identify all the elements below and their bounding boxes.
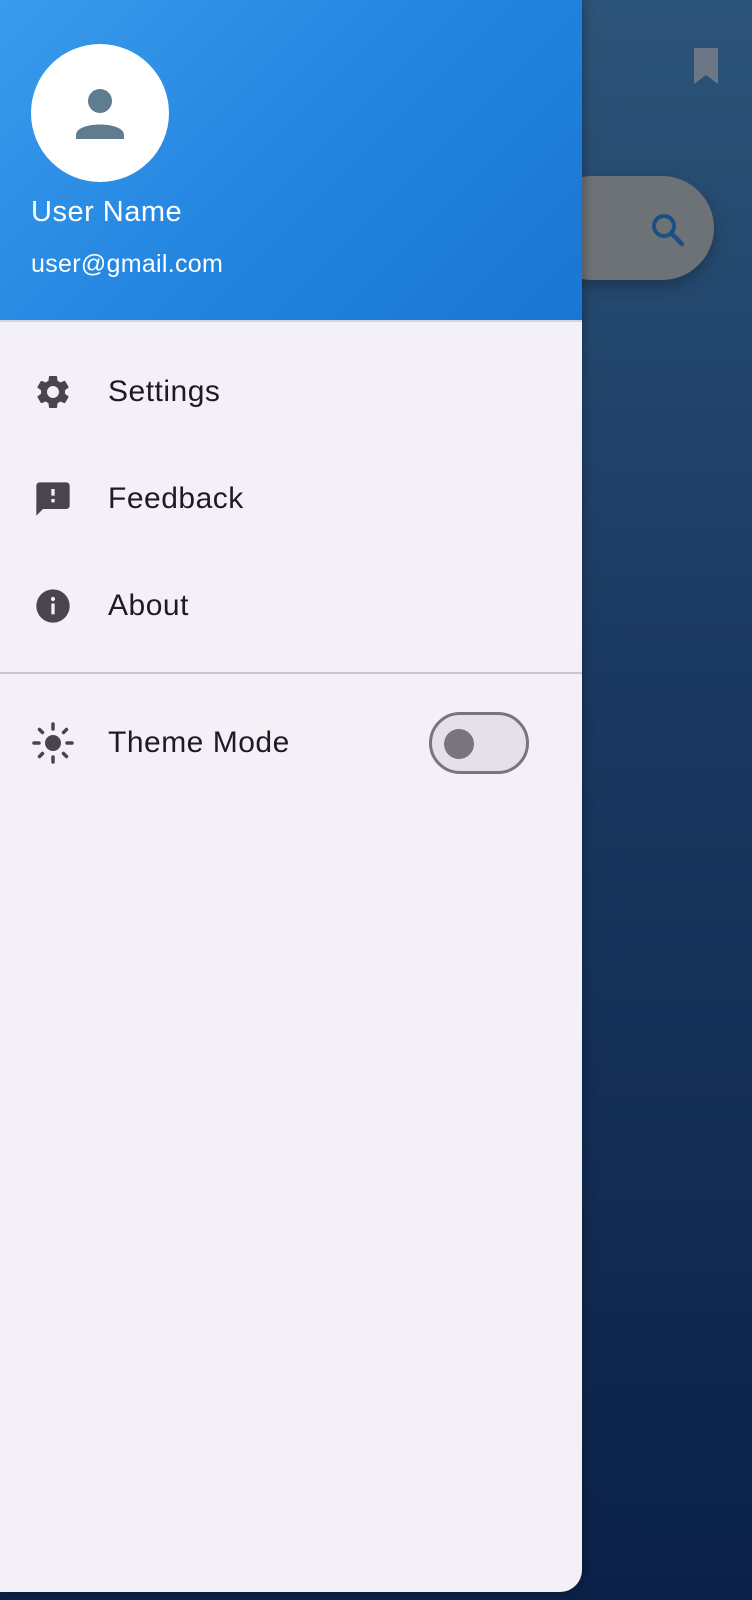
navigation-drawer: User Name user@gmail.com Settings Feedba… [0,0,582,1592]
toggle-knob [444,729,474,759]
header-divider [0,320,582,322]
person-icon [76,89,124,139]
section-divider [0,672,582,674]
feedback-icon [31,477,75,521]
menu-label-about: About [108,589,189,622]
sun-icon [31,721,75,765]
theme-mode-toggle[interactable] [429,712,529,774]
search-icon[interactable] [648,210,688,250]
bookmark-icon[interactable] [692,48,720,84]
avatar[interactable] [31,44,169,182]
user-name: User Name [31,196,183,228]
theme-mode-label: Theme Mode [108,726,290,759]
info-icon [31,584,75,628]
user-email: user@gmail.com [31,250,224,278]
menu-label-settings: Settings [108,375,221,408]
menu-item-feedback[interactable]: Feedback [0,449,582,549]
gear-icon [31,370,75,414]
menu-item-about[interactable]: About [0,556,582,656]
drawer-header: User Name user@gmail.com [0,0,582,320]
menu-label-feedback: Feedback [108,482,244,515]
menu-item-settings[interactable]: Settings [0,342,582,442]
